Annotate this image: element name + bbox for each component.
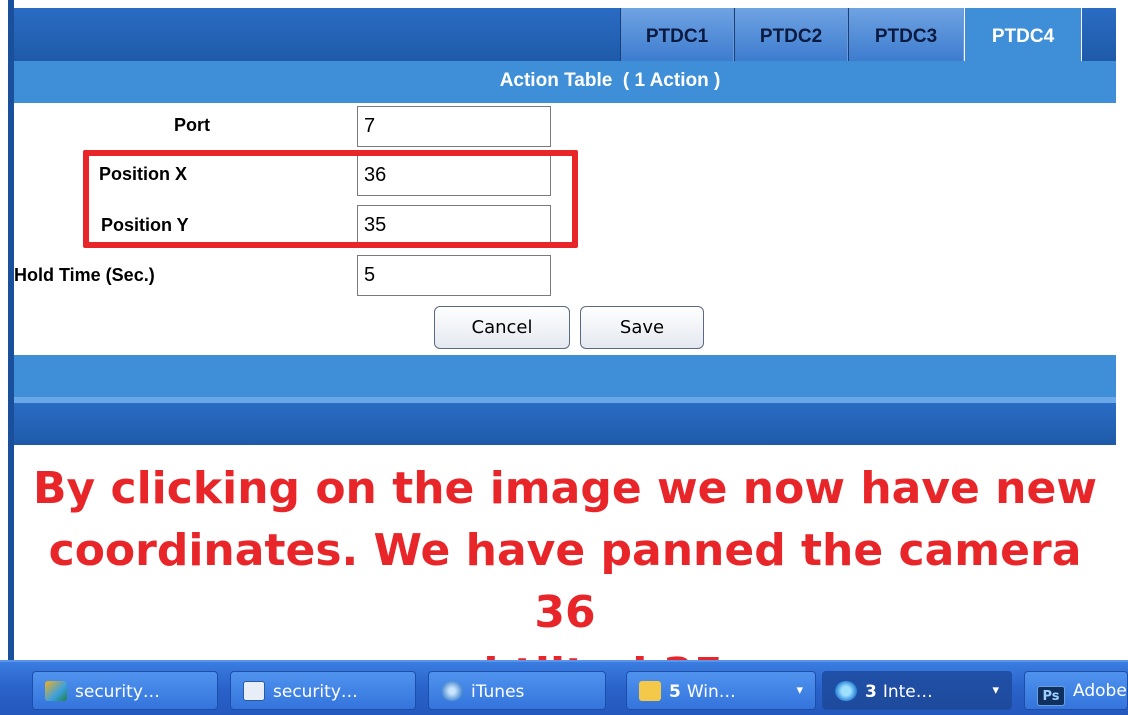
taskbar: security… security… iTunes 5 Win… ▾ 3 Inte…	[0, 660, 1128, 715]
taskbar-item-label: Inte…	[882, 682, 933, 702]
photoshop-icon: Ps	[1037, 686, 1065, 706]
image-icon	[45, 681, 67, 701]
chevron-down-icon: ▾	[796, 683, 803, 698]
taskbar-item-security-image[interactable]: security…	[32, 671, 218, 710]
taskbar-item-label: Win…	[686, 682, 736, 702]
footer-band-light	[14, 355, 1116, 397]
window-border-left	[0, 0, 14, 660]
port-field[interactable]	[357, 106, 551, 147]
footer-band-dark	[14, 403, 1116, 445]
cancel-button[interactable]: Cancel	[434, 306, 570, 349]
taskbar-item-internet-explorer-group[interactable]: 3 Inte… ▾	[822, 671, 1012, 710]
taskbar-item-label: security…	[273, 682, 358, 702]
taskbar-item-label: Adobe	[1073, 681, 1127, 701]
taskbar-item-label: security…	[75, 682, 160, 702]
action-table-title: Action Table ( 1 Action )	[499, 70, 721, 91]
taskbar-item-adobe[interactable]: Ps Adobe	[1024, 671, 1128, 710]
chevron-down-icon: ▾	[992, 683, 999, 698]
window-border-right	[1116, 0, 1128, 660]
tab-ptdc1[interactable]: PTDC1	[620, 8, 734, 61]
hold-time-label: Hold Time (Sec.)	[14, 265, 155, 285]
taskbar-item-windows-group[interactable]: 5 Win… ▾	[626, 671, 816, 710]
save-button[interactable]: Save	[580, 306, 704, 349]
tab-bar: PTDC1 PTDC2 PTDC3 PTDC4	[620, 8, 1082, 61]
tab-ptdc2[interactable]: PTDC2	[734, 8, 848, 61]
tab-ptdc4[interactable]: PTDC4	[964, 8, 1082, 61]
group-count: 3	[865, 682, 877, 702]
taskbar-item-itunes[interactable]: iTunes	[428, 671, 606, 710]
position-highlight-box	[83, 150, 578, 248]
group-count: 5	[669, 682, 681, 702]
tab-ptdc3[interactable]: PTDC3	[848, 8, 964, 61]
word-doc-icon	[243, 681, 265, 701]
hold-time-field[interactable]	[357, 255, 551, 296]
folder-icon	[639, 681, 661, 701]
taskbar-item-security-doc[interactable]: security…	[230, 671, 416, 710]
annotation-line-2: coordinates. We have panned the camera 3…	[48, 525, 1082, 638]
annotation-line-1: By clicking on the image we now have new	[32, 463, 1097, 514]
port-label: Port	[174, 115, 210, 135]
taskbar-item-label: iTunes	[471, 682, 525, 702]
action-table-title-bar: Action Table ( 1 Action )	[14, 61, 1116, 103]
itunes-icon	[441, 681, 463, 701]
internet-explorer-icon	[835, 681, 857, 701]
